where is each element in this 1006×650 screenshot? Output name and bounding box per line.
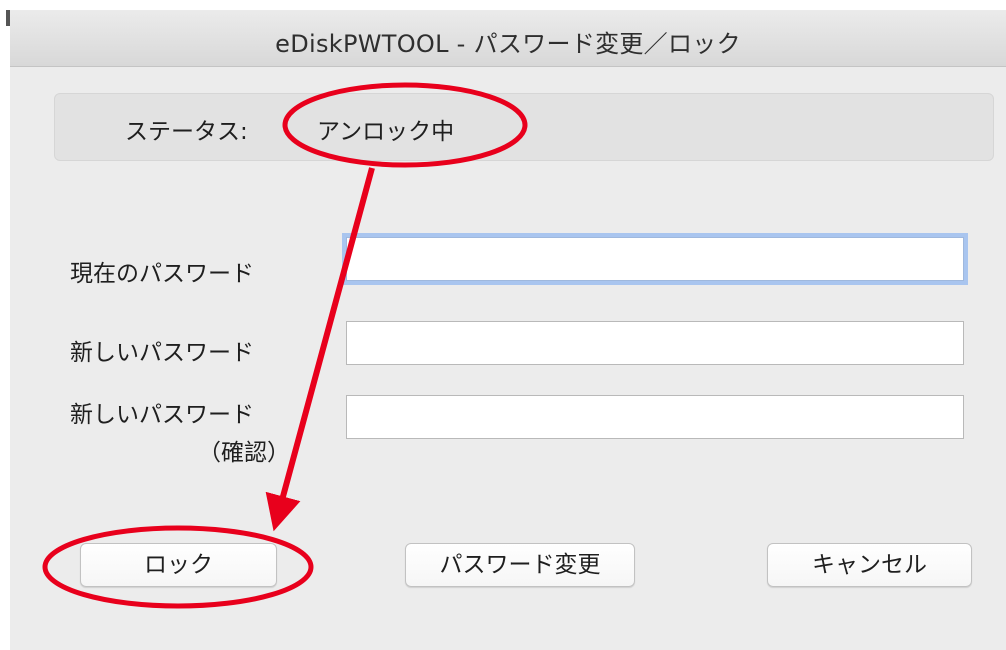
confirm-password-field[interactable] <box>346 395 964 439</box>
new-password-field[interactable] <box>346 321 964 365</box>
confirm-password-sublabel: （確認） <box>198 440 290 466</box>
current-password-field[interactable] <box>346 237 964 281</box>
status-panel: ステータス: アンロック中 <box>54 93 994 161</box>
password-dialog-window: eDiskPWTOOL - パスワード変更／ロック ステータス: アンロック中 … <box>10 10 1006 650</box>
new-password-label: 新しいパスワード <box>70 340 254 366</box>
change-password-button[interactable]: パスワード変更 <box>405 543 635 587</box>
title-bar[interactable]: eDiskPWTOOL - パスワード変更／ロック <box>10 10 1006 67</box>
cancel-button[interactable]: キャンセル <box>767 543 972 587</box>
current-password-label: 現在のパスワード <box>70 261 254 287</box>
status-label: ステータス: <box>125 119 248 145</box>
confirm-password-label: 新しいパスワード <box>70 402 254 428</box>
status-value: アンロック中 <box>317 119 455 145</box>
window-title: eDiskPWTOOL - パスワード変更／ロック <box>275 30 741 58</box>
screenshot-stage: eDiskPWTOOL - パスワード変更／ロック ステータス: アンロック中 … <box>0 0 1006 650</box>
lock-button[interactable]: ロック <box>80 543 277 587</box>
